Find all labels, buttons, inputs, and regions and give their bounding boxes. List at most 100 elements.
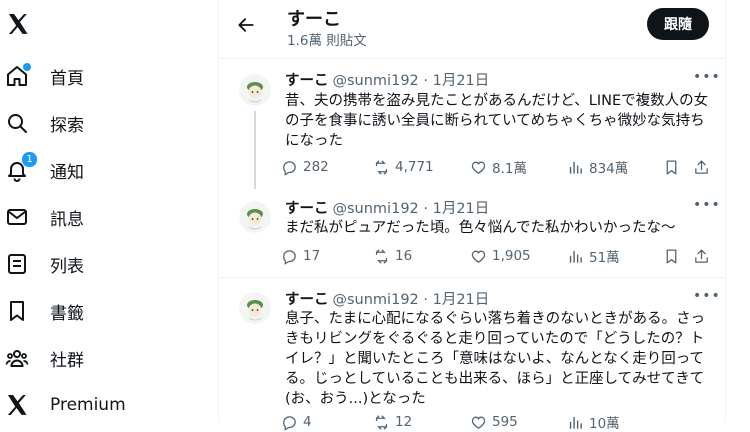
sidebar-item-label: 訊息 xyxy=(50,209,84,230)
retweet-count: 4,771 xyxy=(395,159,434,175)
sidebar-item-label: 首頁 xyxy=(50,68,84,89)
reply-button[interactable]: 282 xyxy=(281,157,329,177)
bookmark-icon xyxy=(666,248,677,264)
tweet-text: 昔、夫の携帯を盗み見たことがあるんだけど、LINEで複数人の女の子を食事に誘い全… xyxy=(285,93,709,149)
reply-count: 282 xyxy=(303,159,329,175)
sidebar-item-premium[interactable]: Premium xyxy=(4,382,126,428)
post-count: 1.6萬 則貼文 xyxy=(287,33,367,49)
heart-icon xyxy=(471,416,486,429)
tweet-actions: 17 16 1,905 51萬 xyxy=(281,246,713,266)
sidebar-item-home[interactable]: 首頁 xyxy=(4,53,84,99)
avatar[interactable] xyxy=(239,74,271,106)
tweet[interactable]: すーこ @sunmi192 · 1月21日 ••• 息子、たまに心配になるぐらい落… xyxy=(219,278,725,432)
reply-icon xyxy=(283,249,296,265)
sidebar-item-label: 列表 xyxy=(50,256,84,277)
retweet-count: 16 xyxy=(395,248,413,264)
more-options-icon[interactable]: ••• xyxy=(693,288,721,304)
profile-name: すーこ xyxy=(287,9,341,30)
like-count: 1,905 xyxy=(492,248,531,264)
sidebar-item-communities[interactable]: 社群 xyxy=(4,335,84,381)
avatar[interactable] xyxy=(239,292,271,324)
share-icon xyxy=(695,159,708,174)
reply-count: 17 xyxy=(303,248,321,264)
heart-icon xyxy=(471,250,486,263)
sidebar-item-explore[interactable]: 探索 xyxy=(4,100,84,146)
more-options-icon[interactable]: ••• xyxy=(693,197,721,213)
mail-icon xyxy=(4,204,30,230)
x-logo-icon xyxy=(4,392,30,418)
sidebar-item-label: 書籤 xyxy=(50,303,84,324)
bookmark-icon xyxy=(4,298,30,324)
bookmark-button[interactable] xyxy=(663,157,685,177)
views-button[interactable]: 10萬 xyxy=(567,412,620,432)
home-icon xyxy=(4,62,32,89)
reply-button[interactable]: 17 xyxy=(281,246,320,266)
tweet-header: すーこ @sunmi192 · 1月21日 xyxy=(285,69,489,90)
tweet[interactable]: すーこ @sunmi192 · 1月21日 ••• 昔、夫の携帯を盗み見たことがあ… xyxy=(219,59,725,189)
sidebar-item-label: 探索 xyxy=(50,115,84,136)
notification-badge: 1 xyxy=(21,151,38,168)
retweet-icon xyxy=(375,248,388,264)
like-button[interactable]: 1,905 xyxy=(470,246,531,266)
tweet-header: すーこ @sunmi192 · 1月21日 xyxy=(285,288,489,309)
author-handle-date[interactable]: @sunmi192 · 1月21日 xyxy=(333,73,490,89)
views-button[interactable]: 834萬 xyxy=(567,157,628,177)
views-icon xyxy=(569,416,582,429)
like-count: 8.1萬 xyxy=(492,161,527,177)
x-logo-icon[interactable] xyxy=(6,12,30,36)
sidebar-item-lists[interactable]: 列表 xyxy=(4,241,84,287)
share-button[interactable] xyxy=(693,246,715,266)
view-count: 51萬 xyxy=(589,250,620,266)
like-count: 595 xyxy=(492,414,518,430)
bell-icon: 1 xyxy=(4,151,38,183)
reply-count: 4 xyxy=(303,414,312,430)
retweet-button[interactable]: 12 xyxy=(373,412,412,432)
more-options-icon[interactable]: ••• xyxy=(693,69,721,85)
sidebar-item-messages[interactable]: 訊息 xyxy=(4,194,84,240)
views-icon xyxy=(569,250,582,263)
reply-icon xyxy=(283,160,296,176)
reply-icon xyxy=(283,415,296,431)
avatar[interactable] xyxy=(239,201,271,233)
retweet-count: 12 xyxy=(395,414,413,430)
views-button[interactable]: 51萬 xyxy=(567,246,620,266)
search-icon xyxy=(4,110,30,136)
author-name[interactable]: すーこ xyxy=(285,201,329,217)
view-count: 834萬 xyxy=(589,161,629,177)
retweet-button[interactable]: 4,771 xyxy=(373,157,434,177)
retweet-button[interactable]: 16 xyxy=(373,246,412,266)
thread-line xyxy=(254,111,256,189)
tweet-actions: 4 12 595 10萬 xyxy=(281,412,713,432)
tweet[interactable]: すーこ @sunmi192 · 1月21日 ••• まだ私がピュアだった頃。色々悩… xyxy=(219,189,725,276)
tweet-header: すーこ @sunmi192 · 1月21日 xyxy=(285,197,489,218)
sidebar: 首頁 探索 1 通知 訊息 列表 書籤 社群 Premium xyxy=(0,0,218,422)
retweet-icon xyxy=(375,414,388,430)
author-name[interactable]: すーこ xyxy=(285,292,329,308)
heart-icon xyxy=(471,161,486,174)
author-handle-date[interactable]: @sunmi192 · 1月21日 xyxy=(333,201,490,217)
tweet-text: 息子、たまに心配になるぐらい落ち着きのないときがある。さっきもリビングをぐるぐる… xyxy=(285,311,706,407)
follow-button[interactable]: 跟隨 xyxy=(647,8,709,40)
bookmark-icon xyxy=(666,159,677,175)
profile-header: すーこ 1.6萬 則貼文 跟隨 xyxy=(219,0,725,59)
author-name[interactable]: すーこ xyxy=(285,73,329,89)
notification-dot xyxy=(22,62,32,72)
share-icon xyxy=(695,248,708,263)
reply-button[interactable]: 4 xyxy=(281,412,312,432)
sidebar-item-label: 通知 xyxy=(50,162,84,183)
view-count: 10萬 xyxy=(589,416,620,432)
author-handle-date[interactable]: @sunmi192 · 1月21日 xyxy=(333,292,490,308)
retweet-icon xyxy=(375,159,388,175)
sidebar-item-bookmarks[interactable]: 書籤 xyxy=(4,288,84,334)
like-button[interactable]: 595 xyxy=(470,412,518,432)
tweet-text: まだ私がピュアだった頃。色々悩んでた私かわいかったな〜 xyxy=(285,220,676,236)
main-timeline: すーこ 1.6萬 則貼文 跟隨 すーこ @sunmi192 · 1月21日 •••… xyxy=(218,0,726,432)
communities-icon xyxy=(4,345,30,371)
bookmark-button[interactable] xyxy=(663,246,685,266)
like-button[interactable]: 8.1萬 xyxy=(470,157,527,177)
views-icon xyxy=(569,161,582,174)
share-button[interactable] xyxy=(693,157,715,177)
sidebar-item-label: 社群 xyxy=(50,350,84,371)
back-arrow-icon[interactable] xyxy=(233,12,259,38)
sidebar-item-notifications[interactable]: 1 通知 xyxy=(4,147,84,193)
